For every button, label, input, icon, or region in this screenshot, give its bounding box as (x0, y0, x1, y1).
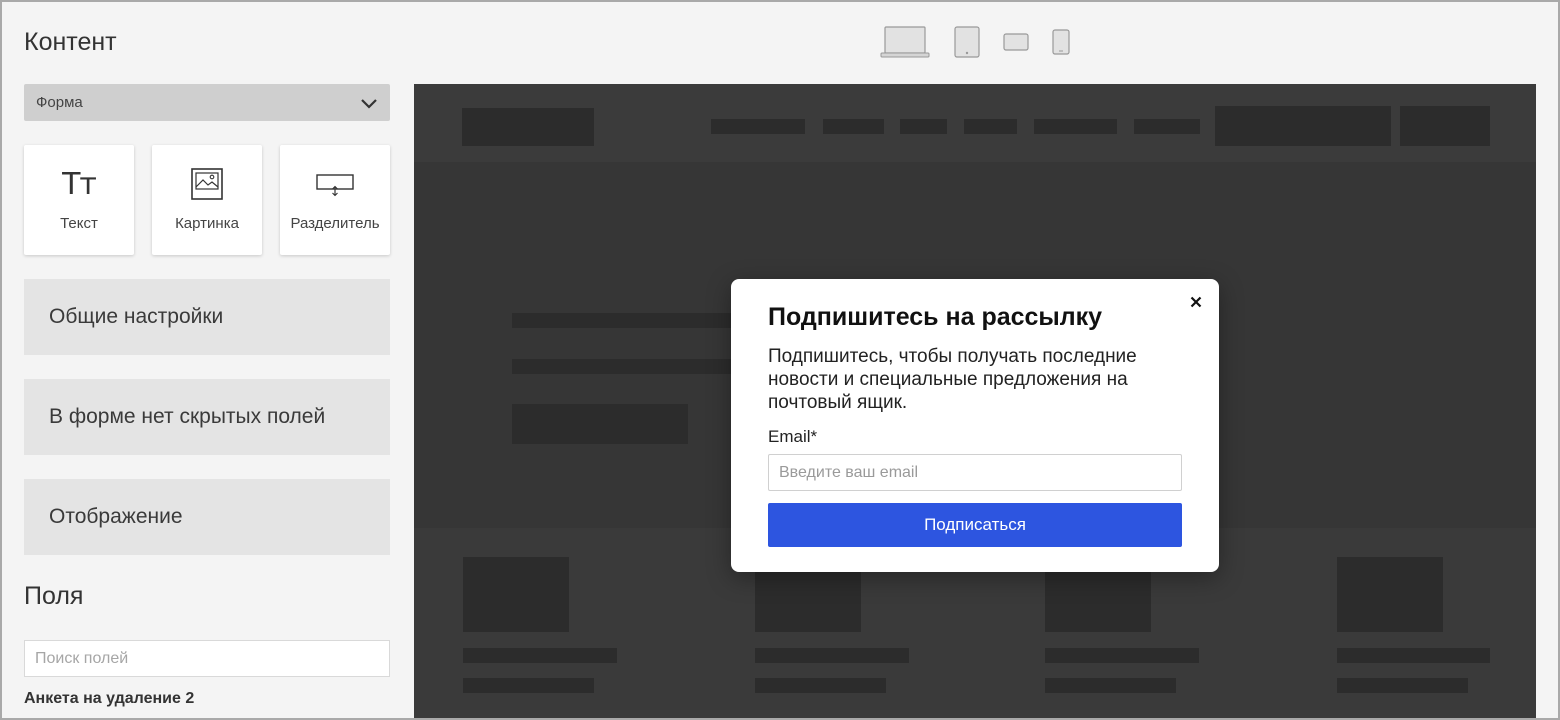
close-icon[interactable] (1187, 293, 1205, 311)
subscribe-popup: Подпишитесь на рассылку Подпишитесь, что… (731, 279, 1219, 572)
image-block-label: Картинка (175, 215, 239, 232)
placeholder-button (1215, 106, 1391, 146)
placeholder-card-text (1045, 648, 1199, 663)
text-block-label: Текст (60, 215, 98, 232)
text-icon: Тт (62, 166, 97, 202)
preview-header (414, 84, 1536, 162)
content-blocks: Тт Текст Картинка Разделитель (24, 145, 390, 255)
placeholder-nav (900, 119, 947, 134)
form-type-select[interactable]: Форма (24, 84, 390, 121)
placeholder-nav (1134, 119, 1200, 134)
popup-title: Подпишитесь на рассылку (768, 303, 1103, 331)
email-label: Email* (768, 427, 818, 446)
placeholder-card-text (755, 648, 909, 663)
fields-title: Поля (24, 582, 84, 610)
panel-title: Контент (24, 28, 117, 56)
hidden-fields-section[interactable]: В форме нет скрытых полей (24, 379, 390, 455)
tablet-landscape-icon[interactable] (1003, 33, 1029, 51)
image-icon (190, 167, 224, 201)
text-block-tile[interactable]: Тт Текст (24, 145, 134, 255)
popup-description: Подпишитесь, чтобы получать последние но… (768, 346, 1137, 413)
placeholder-card-text (1045, 678, 1176, 693)
general-settings-section[interactable]: Общие настройки (24, 279, 390, 355)
placeholder-logo (462, 108, 594, 146)
chevron-down-icon (361, 98, 377, 109)
placeholder-text (512, 313, 742, 328)
placeholder-button (1400, 106, 1490, 146)
field-group-title: Анкета на удаление 2 (24, 690, 195, 707)
placeholder-nav (1034, 119, 1117, 134)
placeholder-card-text (755, 678, 886, 693)
image-block-tile[interactable]: Картинка (152, 145, 262, 255)
placeholder-card-text (1337, 648, 1490, 663)
placeholder-card-text (463, 678, 594, 693)
email-field[interactable] (768, 454, 1182, 491)
placeholder-card-text (463, 648, 617, 663)
laptop-icon[interactable] (880, 26, 930, 58)
tablet-icon[interactable] (954, 26, 980, 58)
placeholder-nav (711, 119, 805, 134)
fields-search-input[interactable] (24, 640, 390, 677)
placeholder-card-image (1337, 557, 1443, 632)
placeholder-card-text (1337, 678, 1468, 693)
phone-icon[interactable] (1052, 29, 1070, 55)
content-panel: Контент Форма Тт Текст Картинка Разделит… (24, 0, 390, 720)
device-switcher (880, 24, 1080, 60)
divider-icon (315, 167, 355, 201)
placeholder-card-image (463, 557, 569, 632)
divider-block-tile[interactable]: Разделитель (280, 145, 390, 255)
divider-block-label: Разделитель (290, 215, 380, 232)
subscribe-button[interactable]: Подписаться (768, 503, 1182, 547)
form-type-select-value: Форма (36, 94, 83, 111)
placeholder-button (512, 404, 688, 444)
placeholder-nav (823, 119, 884, 134)
placeholder-text (512, 359, 742, 374)
display-section[interactable]: Отображение (24, 479, 390, 555)
placeholder-nav (964, 119, 1017, 134)
